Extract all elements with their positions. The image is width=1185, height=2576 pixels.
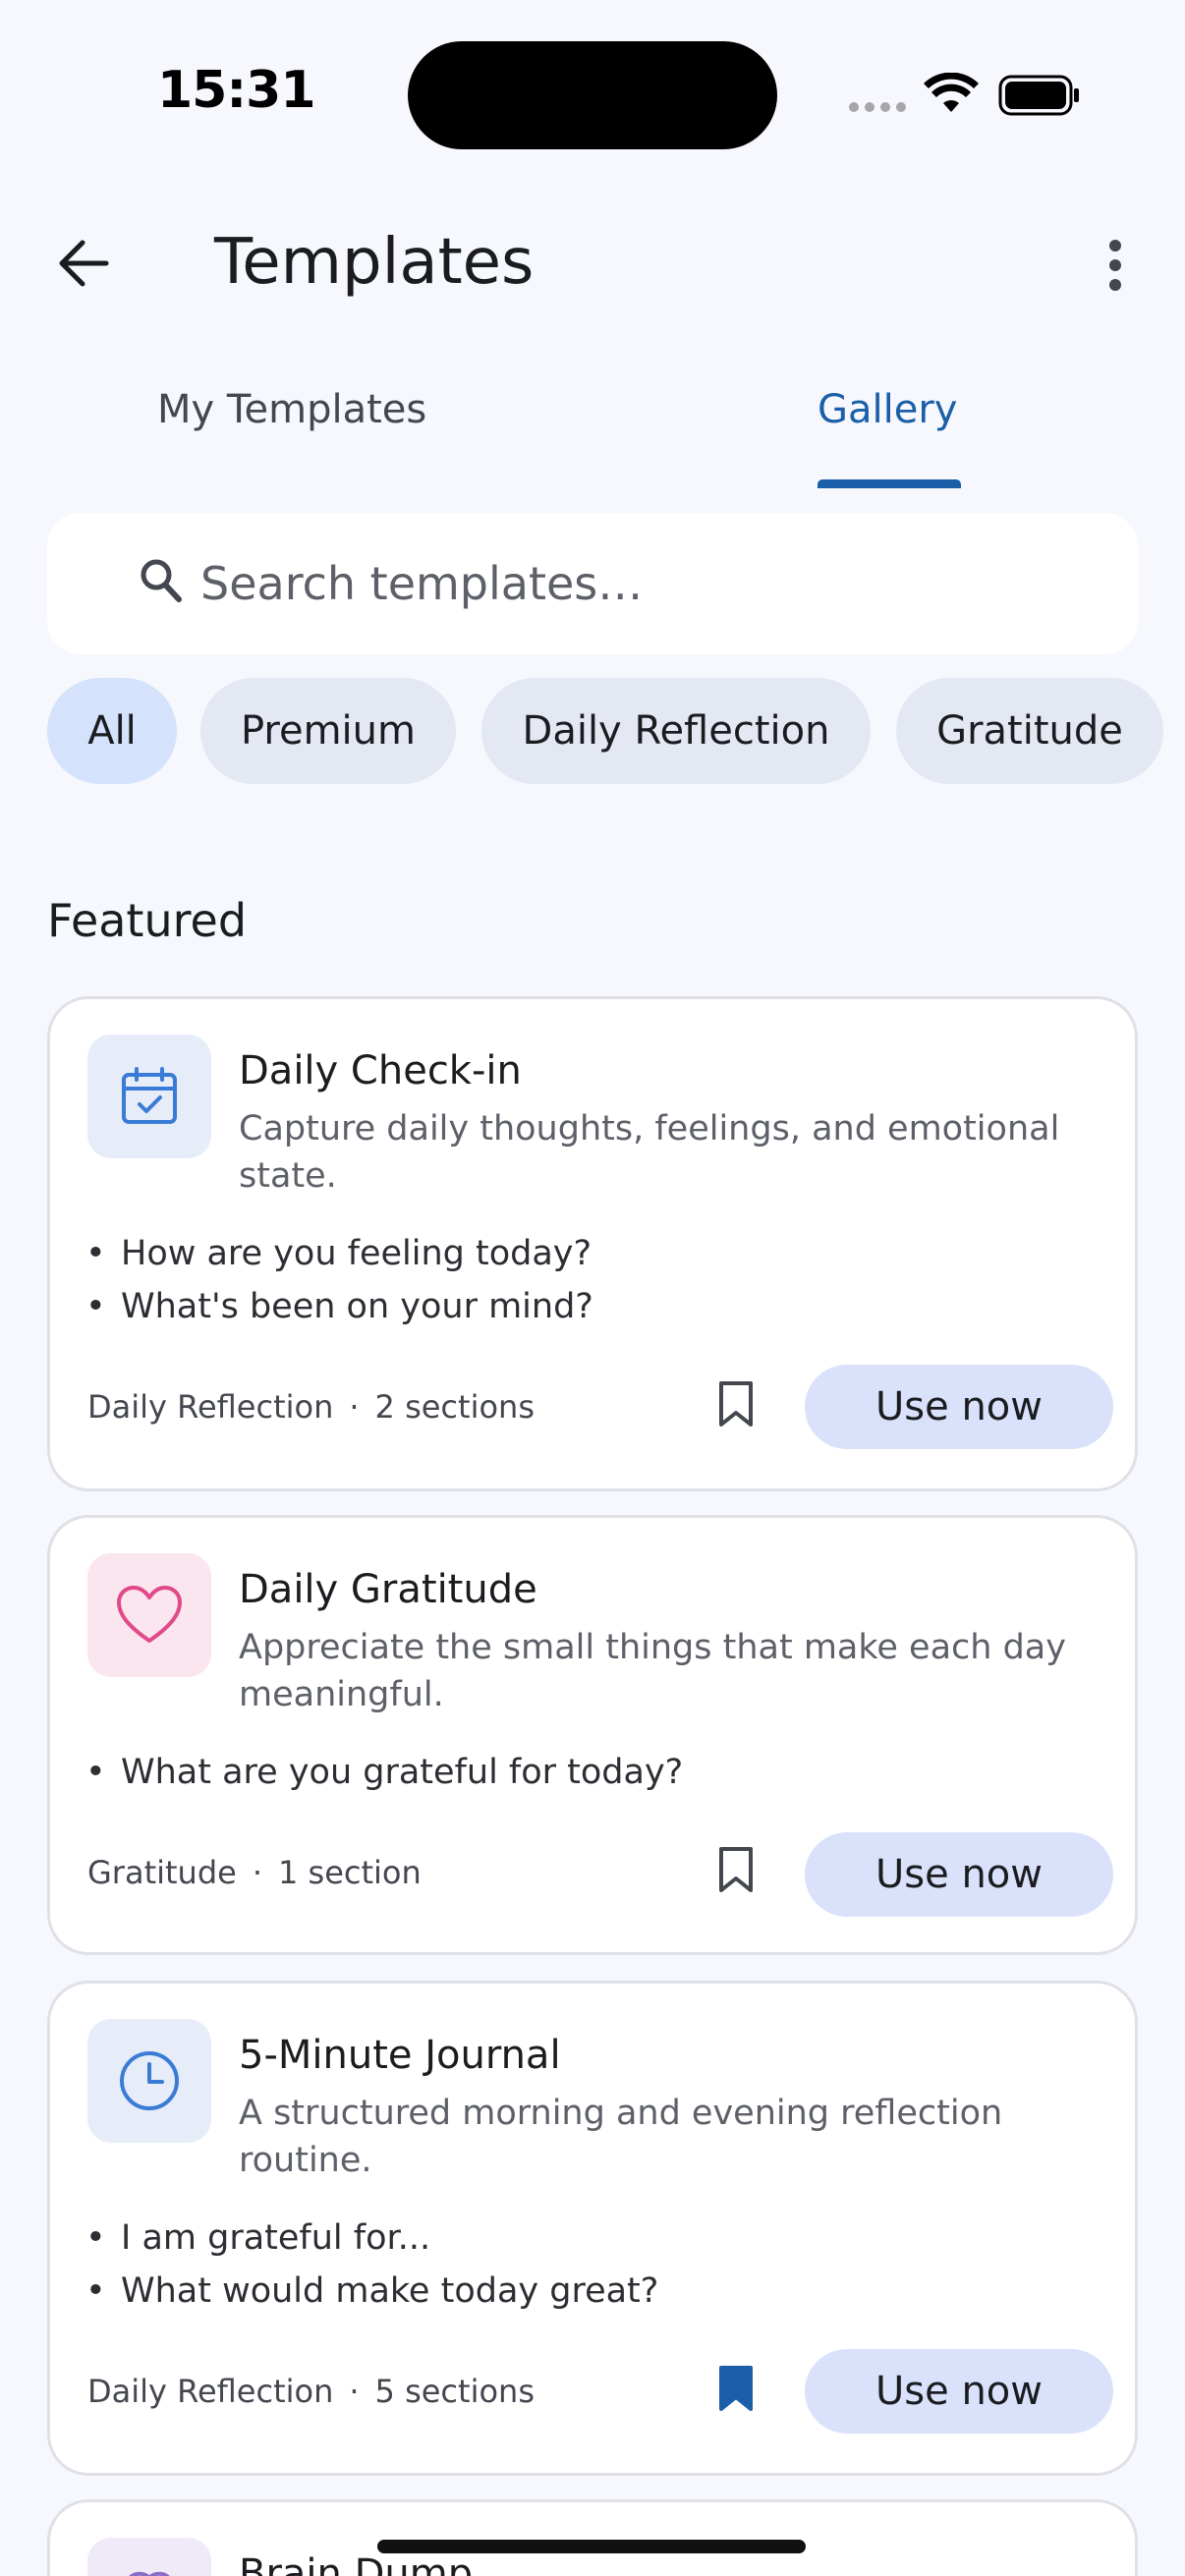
card-description: Capture daily thoughts, feelings, and em… [239,1109,1060,1196]
chip-daily-reflection[interactable]: Daily Reflection [481,678,871,784]
search-icon [141,559,182,602]
chip-gratitude[interactable]: Gratitude [896,678,1163,784]
tab-indicator [818,479,961,488]
template-card[interactable]: 5-Minute Journal A structured morning an… [47,1981,1138,2476]
app-bar: Templates [0,196,1185,334]
tab-my-templates[interactable]: My Templates [0,364,592,491]
chip-label: Premium [241,708,416,754]
bookmark-outline-icon [719,1847,753,1892]
bookmark-button[interactable] [706,2359,765,2418]
tab-label: My Templates [157,387,427,432]
battery-icon [998,75,1079,116]
card-meta: Daily Reflection · 5 sections [87,2373,535,2410]
card-icon-container [87,1035,211,1158]
card-icon-container [87,1553,211,1677]
status-bar: 15:31 [0,0,1185,187]
prompt-item: What would make today great? [85,2265,658,2318]
arrow-back-icon [59,240,109,287]
chip-all[interactable]: All [47,678,177,784]
cellular-signal-icon [849,102,906,112]
page-title: Templates [214,226,535,299]
use-now-button[interactable]: Use now [805,1365,1113,1449]
prompt-item: I am grateful for... [85,2212,658,2265]
bookmark-outline-icon [719,1381,753,1427]
chip-label: Gratitude [936,708,1123,754]
prompt-list: How are you feeling today? What's been o… [85,1227,593,1333]
calendar-check-icon [122,1067,177,1124]
bookmark-button[interactable] [706,1374,765,1433]
back-button[interactable] [49,224,118,303]
card-sections: 2 sections [374,1388,535,1426]
wifi-icon [924,73,979,112]
status-time: 15:31 [157,61,316,120]
card-meta: Daily Reflection · 2 sections [87,1388,535,1426]
card-title: Brain Dump [239,2551,474,2576]
card-title: 5-Minute Journal [239,2033,561,2078]
template-card[interactable]: Brain Dump [47,2499,1138,2576]
use-now-button[interactable]: Use now [805,1832,1113,1917]
card-title: Daily Gratitude [239,1567,537,1612]
prompt-list: What are you grateful for today? [85,1746,683,1799]
card-title: Daily Check-in [239,1048,522,1093]
template-card[interactable]: Daily Gratitude Appreciate the small thi… [47,1515,1138,1955]
bookmark-button[interactable] [706,1840,765,1899]
chip-label: Daily Reflection [522,708,830,754]
more-options-button[interactable] [1086,226,1145,305]
brain-icon [129,2571,170,2576]
prompt-list: I am grateful for... What would make tod… [85,2212,658,2318]
chip-label: All [87,708,137,754]
heart-icon [117,1586,182,1643]
bookmark-filled-icon [719,2366,753,2411]
prompt-item: What's been on your mind? [85,1280,593,1333]
card-sections: 1 section [278,1854,422,1891]
template-card[interactable]: Daily Check-in Capture daily thoughts, f… [47,996,1138,1491]
card-sections: 5 sections [374,2373,535,2410]
home-indicator[interactable] [377,2540,806,2553]
card-description: A structured morning and evening reflect… [239,2094,1003,2180]
use-now-button[interactable]: Use now [805,2349,1113,2434]
card-category: Gratitude [87,1854,237,1891]
clock-icon [120,2051,179,2110]
card-description: Appreciate the small things that make ea… [239,1628,1066,1714]
card-icon-container [87,2538,211,2576]
section-title-featured: Featured [47,894,248,947]
tab-gallery[interactable]: Gallery [592,364,1185,491]
card-icon-container [87,2019,211,2143]
tab-bar: My Templates Gallery [0,364,1185,491]
filter-chips: All Premium Daily Reflection Gratitude [47,678,1185,784]
search-bar[interactable] [47,513,1138,654]
chip-premium[interactable]: Premium [200,678,456,784]
prompt-item: How are you feeling today? [85,1227,593,1280]
card-category: Daily Reflection [87,1388,334,1426]
search-input[interactable] [200,554,1085,613]
prompt-item: What are you grateful for today? [85,1746,683,1799]
more-vert-icon [1109,240,1121,291]
card-category: Daily Reflection [87,2373,334,2410]
card-meta: Gratitude · 1 section [87,1854,422,1891]
dynamic-island [408,41,777,149]
tab-label: Gallery [818,387,958,432]
